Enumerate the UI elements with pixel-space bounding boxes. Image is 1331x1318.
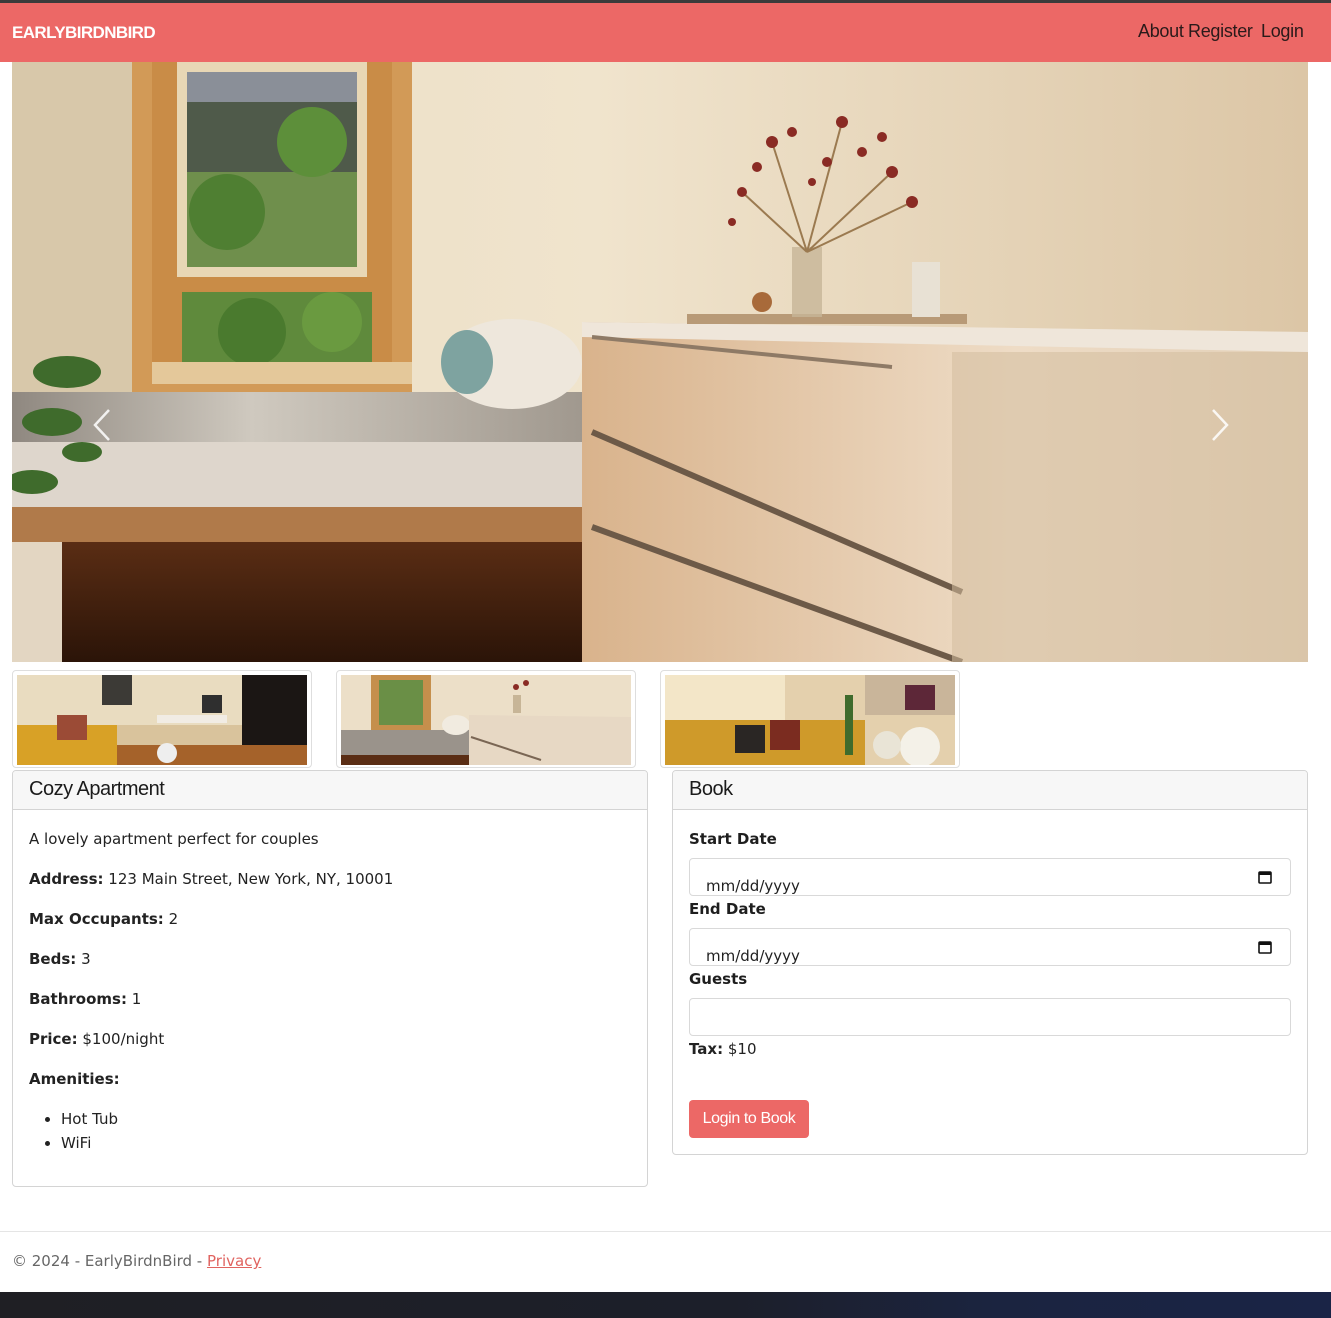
- calendar-icon[interactable]: [1258, 870, 1272, 884]
- nav-register[interactable]: Register: [1188, 21, 1253, 42]
- end-date-value: mm/dd/yyyy: [706, 947, 800, 965]
- amenities-row: Amenities:: [29, 1070, 120, 1088]
- tax-row: Tax: $10: [689, 1040, 757, 1058]
- thumbnail-3[interactable]: [660, 670, 960, 768]
- end-date-label: End Date: [689, 900, 766, 918]
- thumbnail-2[interactable]: [336, 670, 636, 768]
- beds-row: Beds: 3: [29, 950, 91, 968]
- amenities-list: Hot Tub WiFi: [45, 1109, 118, 1157]
- listing-title: Cozy Apartment: [13, 771, 647, 810]
- bathrooms-label: Bathrooms:: [29, 990, 127, 1008]
- tax-label: Tax:: [689, 1040, 724, 1058]
- listing-details-card: Cozy Apartment A lovely apartment perfec…: [12, 770, 648, 1187]
- booking-title: Book: [673, 771, 1307, 810]
- price-row: Price: $100/night: [29, 1030, 164, 1048]
- privacy-link[interactable]: Privacy: [207, 1252, 261, 1270]
- end-date-input[interactable]: mm/dd/yyyy: [689, 928, 1291, 966]
- brand-logo[interactable]: EARLYBIRDNBIRD: [12, 23, 156, 43]
- thumbnail-bedroom-image: [341, 675, 631, 765]
- max-occupants-value: 2: [168, 910, 179, 928]
- thumbnail-living-room-image: [17, 675, 307, 765]
- thumbnail-1[interactable]: [12, 670, 312, 768]
- list-item: Hot Tub: [45, 1109, 118, 1133]
- footer: © 2024 - EarlyBirdnBird - Privacy: [12, 1252, 261, 1270]
- address-row: Address: 123 Main Street, New York, NY, …: [29, 870, 393, 888]
- desktop-strip: [0, 1292, 1331, 1318]
- listing-description: A lovely apartment perfect for couples: [29, 830, 319, 848]
- login-to-book-button[interactable]: Login to Book: [689, 1100, 809, 1138]
- booking-card: Book Start Date mm/dd/yyyy End Date mm/d…: [672, 770, 1308, 1155]
- nav-login[interactable]: Login: [1261, 21, 1304, 42]
- bathrooms-value: 1: [131, 990, 142, 1008]
- guests-label: Guests: [689, 970, 748, 988]
- start-date-label: Start Date: [689, 830, 777, 848]
- beds-value: 3: [81, 950, 91, 968]
- guests-input[interactable]: [689, 998, 1291, 1036]
- beds-label: Beds:: [29, 950, 77, 968]
- carousel-next-chevron-right-icon[interactable]: [1205, 406, 1235, 444]
- max-occupants-label: Max Occupants:: [29, 910, 164, 928]
- navbar: EARLYBIRDNBIRD About Register Login: [0, 3, 1331, 62]
- amenities-label: Amenities:: [29, 1070, 120, 1088]
- thumbnail-sofa-image: [665, 675, 955, 765]
- start-date-input[interactable]: mm/dd/yyyy: [689, 858, 1291, 896]
- footer-divider: [0, 1231, 1331, 1232]
- max-occupants-row: Max Occupants: 2: [29, 910, 178, 928]
- start-date-value: mm/dd/yyyy: [706, 877, 800, 895]
- price-label: Price:: [29, 1030, 78, 1048]
- address-value: 123 Main Street, New York, NY, 10001: [108, 870, 394, 888]
- tax-value: $10: [727, 1040, 757, 1058]
- address-label: Address:: [29, 870, 104, 888]
- carousel-prev-chevron-left-icon[interactable]: [87, 406, 117, 444]
- nav-about[interactable]: About: [1138, 21, 1184, 42]
- list-item: WiFi: [45, 1133, 118, 1157]
- footer-copyright: © 2024 - EarlyBirdnBird -: [12, 1252, 203, 1270]
- price-value: $100/night: [82, 1030, 165, 1048]
- calendar-icon[interactable]: [1258, 940, 1272, 954]
- hero-image: [12, 62, 1308, 662]
- bathrooms-row: Bathrooms: 1: [29, 990, 141, 1008]
- hero-carousel: [12, 62, 1308, 662]
